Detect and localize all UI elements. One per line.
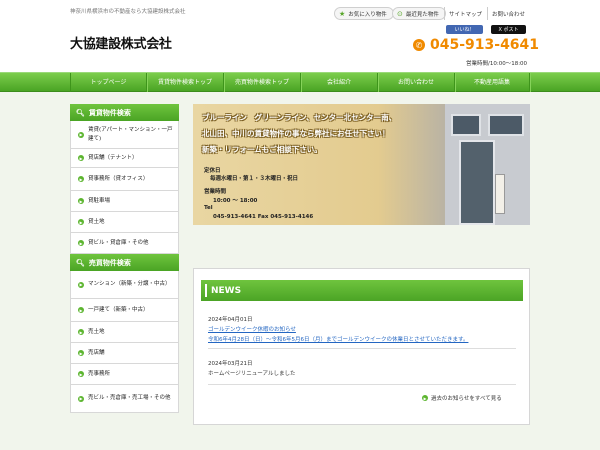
site-logo[interactable]: 大協建設株式会社 (70, 33, 172, 52)
sidebar-item-label: 貸事務所（貸オフィス） (88, 175, 149, 182)
news-divider (208, 384, 516, 385)
contact-link[interactable]: お問い合わせ (487, 7, 529, 20)
banner-line-3: 新築・リフォームもご相談下さい。 (202, 145, 322, 154)
facebook-like-button[interactable]: いいね！ (446, 25, 483, 34)
closed-days-label: 定休日 (204, 168, 221, 174)
sidebar-item-rent-store[interactable]: ▶ 貸店舗（テナント） (70, 149, 179, 168)
x-post-button[interactable]: X ポスト (491, 25, 526, 34)
rent-search-title: 賃貸物件検索 (88, 108, 131, 117)
recent-button[interactable]: ⊙ 最近見た物件 (392, 7, 446, 20)
arrow-right-icon: ▶ (78, 131, 84, 138)
sidebar-item-sale-house[interactable]: ▶ 一戸建て（新築・中古） (70, 299, 179, 322)
news-date: 2024年04月01日 (208, 317, 253, 323)
sidebar: 🔍︎ 賃貸物件検索 ▶ 賃貸(アパート・マンション・一戸建て) ▶ 貸店舗（テナ… (70, 104, 179, 413)
arrow-right-icon: ▶ (78, 219, 84, 225)
storefront-window (451, 114, 481, 136)
arrow-right-icon: ▶ (78, 198, 84, 204)
favorites-button[interactable]: ★ お気に入り物件 (334, 7, 394, 20)
sidebar-item-label: マンション（新築・分譲・中古） (88, 281, 171, 287)
sidebar-item-rent-parking[interactable]: ▶ 貸駐車場 (70, 191, 179, 212)
global-nav: トップページ 賃貸物件検索トップ 売買物件検索トップ 会社紹介 お問い合わせ 不… (0, 72, 600, 92)
sidebar-item-label: 賃貸(アパート・マンション・一戸建て) (88, 126, 173, 142)
sidebar-item-label: 貸駐車場 (88, 197, 111, 204)
sidebar-item-label: 一戸建て（新築・中古） (88, 306, 149, 313)
news-detail-link[interactable]: 令和6年4月28日（日）～令和6年5月6日（月）までゴールデンウイークの休業日と… (208, 335, 468, 343)
news-link[interactable]: ゴールデンウイーク休暇のお知らせ (208, 325, 296, 333)
news-divider (208, 348, 516, 349)
closed-days: 毎週水曜日・第１・３木曜日・祝日 (210, 176, 299, 182)
arrow-right-icon: ▶ (78, 307, 84, 313)
phone-number[interactable]: ✆ 045-913-4641 (413, 37, 539, 53)
nav-top[interactable]: トップページ (70, 73, 147, 92)
phone-icon: ✆ (413, 39, 425, 51)
sidebar-item-rent-residence[interactable]: ▶ 賃貸(アパート・マンション・一戸建て) (70, 121, 179, 149)
arrow-right-icon: ▶ (78, 155, 84, 161)
storefront-door (459, 140, 495, 225)
sidebar-item-rent-office[interactable]: ▶ 貸事務所（貸オフィス） (70, 168, 179, 191)
sidebar-item-rent-land[interactable]: ▶ 貸土地 (70, 212, 179, 233)
news-text: ホームページリニューアルしました (208, 371, 296, 377)
sidebar-item-label: 貸ビル・貸倉庫・その他 (88, 239, 149, 246)
arrow-right-icon: ▶ (78, 281, 84, 288)
sidebar-item-sale-store[interactable]: ▶ 売店舗 (70, 343, 179, 364)
banner-hours: 10:00 ～ 18:00 (213, 198, 258, 204)
x-post-label: X ポスト (498, 27, 519, 33)
news-section: NEWS 2024年04月01日 ゴールデンウイーク休暇のお知らせ 令和6年4月… (193, 268, 530, 425)
sidebar-item-label: 売事務所 (88, 370, 111, 377)
arrow-right-icon: ▶ (78, 371, 84, 377)
sidebar-item-label: 貸土地 (88, 218, 105, 225)
nav-company[interactable]: 会社紹介 (301, 73, 378, 92)
phone-number-text: 045-913-4641 (430, 37, 540, 53)
search-icon: 🔍︎ (76, 258, 85, 267)
star-icon: ★ (339, 9, 346, 18)
banner-line-1: ブルーライン グリーンライン、センター北センター南、 (202, 113, 397, 122)
clock-icon: ⊙ (397, 9, 403, 18)
nav-rent-search[interactable]: 賃貸物件検索トップ (147, 73, 224, 92)
arrow-right-icon: ▶ (78, 395, 84, 402)
news-date: 2024年03月21日 (208, 361, 253, 367)
arrow-right-icon: ▶ (78, 350, 84, 356)
arrow-right-icon: ▶ (78, 329, 84, 335)
sidebar-item-label: 売土地 (88, 328, 105, 335)
arrow-right-icon: ▶ (78, 176, 84, 182)
nav-glossary[interactable]: 不動産用語集 (455, 73, 530, 92)
tel-fax: 045-913-4641 Fax 045-913-4146 (213, 214, 314, 220)
site-header: 神奈川県横浜市の不動産なら大協建設株式会社 大協建設株式会社 ★ お気に入り物件… (0, 0, 600, 72)
facebook-like-label: いいね！ (454, 27, 475, 33)
recent-label: 最近見た物件 (405, 11, 439, 18)
sale-search-title: 売買物件検索 (88, 258, 131, 267)
nav-contact[interactable]: お問い合わせ (378, 73, 455, 92)
sidebar-item-sale-land[interactable]: ▶ 売土地 (70, 322, 179, 343)
hero-banner: ブルーライン グリーンライン、センター北センター南、 北山田、中川の賃貸物件の事… (193, 104, 530, 225)
sidebar-item-sale-office[interactable]: ▶ 売事務所 (70, 364, 179, 385)
storefront-window (488, 114, 524, 136)
storefront-sign (495, 174, 505, 214)
business-hours: 営業時間/10:00～18:00 (466, 61, 528, 67)
nav-sale-search[interactable]: 売買物件検索トップ (224, 73, 301, 92)
sitemap-link[interactable]: サイトマップ (444, 7, 486, 20)
hours-label: 営業時間 (204, 189, 227, 195)
rent-search-heading: 🔍︎ 賃貸物件検索 (70, 104, 179, 121)
sidebar-item-rent-building[interactable]: ▶ 貸ビル・貸倉庫・その他 (70, 233, 179, 254)
page: 神奈川県横浜市の不動産なら大協建設株式会社 大協建設株式会社 ★ お気に入り物件… (0, 0, 600, 450)
sale-search-heading: 🔍︎ 売買物件検索 (70, 254, 179, 271)
arrow-right-icon: ▶ (78, 240, 84, 246)
sidebar-item-label: 売ビル・売倉庫・売工場・その他 (88, 395, 171, 401)
news-archive-label: 過去のお知らせをすべて見る (431, 396, 502, 402)
sidebar-item-sale-mansion[interactable]: ▶ マンション（新築・分譲・中古） (70, 271, 179, 299)
news-heading: NEWS (201, 280, 523, 301)
sidebar-item-label: 売店舗 (88, 349, 105, 356)
arrow-right-icon: ▶ (422, 395, 428, 401)
favorites-label: お気に入り物件 (348, 11, 387, 18)
site-tagline: 神奈川県横浜市の不動産なら大協建設株式会社 (70, 9, 186, 15)
banner-line-2: 北山田、中川の賃貸物件の事なら弊社にお任せ下さい！ (202, 129, 390, 138)
search-icon: 🔍︎ (76, 108, 85, 117)
news-archive-link[interactable]: ▶ 過去のお知らせをすべて見る (422, 394, 502, 402)
sidebar-item-sale-building[interactable]: ▶ 売ビル・売倉庫・売工場・その他 (70, 385, 179, 413)
sidebar-item-label: 貸店舗（テナント） (88, 154, 138, 161)
tel-label: Tel (204, 205, 213, 211)
